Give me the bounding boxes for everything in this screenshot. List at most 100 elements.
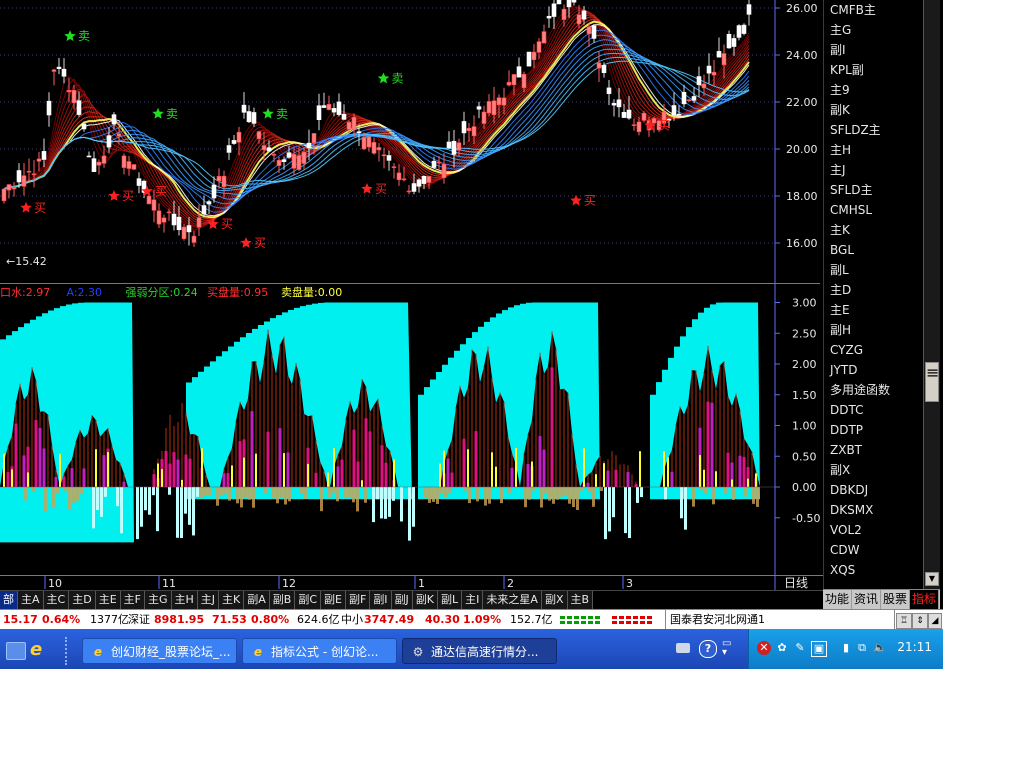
taskbar-button-formula[interactable]: e 指标公式 - 创幻论... xyxy=(242,638,397,664)
formula-tab[interactable]: 副X xyxy=(541,591,568,609)
indicator-list-item[interactable]: DDTC xyxy=(824,400,924,420)
candle-body xyxy=(556,0,562,5)
formula-tab[interactable]: 主E xyxy=(95,591,121,609)
formula-tab[interactable]: 副I xyxy=(370,591,392,609)
formula-tab[interactable]: 副C xyxy=(295,591,322,609)
show-desktop-icon[interactable] xyxy=(6,642,26,660)
indicator-list-item[interactable]: XQS xyxy=(824,560,924,580)
tool-icon[interactable]: ✎ xyxy=(793,641,807,655)
display-icon[interactable]: ▣ xyxy=(811,641,827,657)
candle-body xyxy=(616,99,622,108)
indicator-list-item[interactable]: 主D xyxy=(824,280,924,300)
indicator-list-item[interactable]: ZXBT xyxy=(824,440,924,460)
grip-icon[interactable]: ◢ xyxy=(928,613,942,629)
formula-tab[interactable]: 主G xyxy=(144,591,172,609)
formula-tab[interactable]: 部 xyxy=(0,591,18,609)
indicator-list-item[interactable]: 副L xyxy=(824,260,924,280)
price-chart[interactable]: 卖卖 卖卖买买 买买买买买买 26.0024.0022.0020.0018.0016… xyxy=(0,0,820,283)
formula-tab[interactable]: 主A xyxy=(18,591,44,609)
indicator-list-item[interactable]: 副X xyxy=(824,460,924,480)
candle-body xyxy=(46,100,52,116)
lock-icon[interactable]: ♖ xyxy=(896,613,912,629)
network-icon[interactable]: ⧉ xyxy=(855,641,869,655)
indicator-list-item[interactable]: SFLD主 xyxy=(824,180,924,200)
formula-tab[interactable]: 主B xyxy=(567,591,594,609)
candle-body xyxy=(351,117,357,131)
keyboard-icon[interactable] xyxy=(676,643,690,653)
candle-body xyxy=(641,112,647,121)
indicator-list-item[interactable]: SFLDZ主 xyxy=(824,120,924,140)
broker-server[interactable]: 国泰君安河北网通1 xyxy=(665,610,895,630)
indicator-list-item[interactable]: 副I xyxy=(824,40,924,60)
formula-tab[interactable]: 主K xyxy=(219,591,245,609)
indicator-list-item[interactable]: BGL xyxy=(824,240,924,260)
formula-tab[interactable]: 副E xyxy=(321,591,346,609)
indicator-list-item[interactable]: 多用途函数 xyxy=(824,380,924,400)
negative-bar xyxy=(216,487,219,506)
candle-body xyxy=(426,176,432,183)
taskbar-button-tdx[interactable]: ⚙ 通达信高速行情分... xyxy=(402,638,557,664)
indicator-list-item[interactable]: 主9 xyxy=(824,80,924,100)
scroll-thumb[interactable]: ≡ xyxy=(925,362,939,402)
indicator-list-item[interactable]: 主J xyxy=(824,160,924,180)
security-alert-icon[interactable]: ✕ xyxy=(757,641,771,655)
battery-icon[interactable]: ▮ xyxy=(839,641,853,655)
indicator-list-item[interactable]: KPL副 xyxy=(824,60,924,80)
zx-change: 40.30 xyxy=(425,613,460,626)
indicator-list-item[interactable]: CMFB主 xyxy=(824,0,924,20)
formula-tab[interactable]: 主H xyxy=(171,591,198,609)
indicator-list-item[interactable]: DDTP xyxy=(824,420,924,440)
formula-tab[interactable]: 副J xyxy=(391,591,413,609)
indicator-header-value: A:2.30 xyxy=(67,286,103,299)
taskbar-button-forum[interactable]: e 创幻财经_股票论坛_... xyxy=(82,638,237,664)
indicator-list-item[interactable]: 主H xyxy=(824,140,924,160)
indicator-list-item[interactable]: 主K xyxy=(824,220,924,240)
formula-tab[interactable]: 副F xyxy=(345,591,371,609)
formula-tab[interactable]: 副K xyxy=(412,591,439,609)
scroll-down-button[interactable]: ▼ xyxy=(925,572,939,586)
buy-signal-label: 买 xyxy=(375,182,387,196)
indicator-chart[interactable]: 口水:2.97 A:2.30 强弱分区:0.24 买盘量:0.95 卖盘量:0.00 3… xyxy=(0,283,820,575)
buy-volume-bar xyxy=(82,468,86,487)
ie-quicklaunch-icon[interactable]: e xyxy=(30,640,50,660)
formula-tab[interactable]: 主F xyxy=(120,591,145,609)
language-bar-icon[interactable]: ▭ ▾ xyxy=(722,639,731,658)
side-tab[interactable]: 功能 xyxy=(823,590,853,609)
negative-bar xyxy=(276,487,279,504)
sell-volume-bar xyxy=(495,466,497,487)
indicator-list-scrollbar[interactable]: ≡ ▼ xyxy=(923,0,940,589)
indicator-list-item[interactable]: JYTD xyxy=(824,360,924,380)
candle-body xyxy=(521,73,527,89)
indicator-list-item[interactable]: 主G xyxy=(824,20,924,40)
indicator-list-item[interactable]: 主E xyxy=(824,300,924,320)
antivirus-icon[interactable]: ✿ xyxy=(775,641,789,655)
side-tab[interactable]: 指标 xyxy=(910,590,940,609)
formula-tab[interactable]: 副A xyxy=(244,591,270,609)
indicator-list-item[interactable]: DKSMX xyxy=(824,500,924,520)
candle-body xyxy=(581,10,587,20)
formula-tab[interactable]: 主I xyxy=(462,591,484,609)
indicator-list-item[interactable]: CMHSL xyxy=(824,200,924,220)
indicator-list-item[interactable]: VOL2 xyxy=(824,520,924,540)
candle-body xyxy=(631,124,637,126)
indicator-list-item[interactable]: DBKDJ xyxy=(824,480,924,500)
clock[interactable]: 21:11 xyxy=(897,640,932,654)
sell-volume-bar xyxy=(715,471,717,487)
formula-tab[interactable]: 副B xyxy=(269,591,296,609)
formula-tab[interactable]: 未来之星A xyxy=(483,591,542,609)
formula-tab[interactable]: 主J xyxy=(197,591,220,609)
formula-tab[interactable]: 主D xyxy=(69,591,96,609)
help-icon[interactable]: ? xyxy=(699,640,717,658)
negative-bar xyxy=(552,487,555,504)
volume-icon[interactable]: 🔈 xyxy=(873,641,887,655)
period-label[interactable]: 日线 xyxy=(784,576,808,590)
side-tab[interactable]: 股票 xyxy=(881,590,911,609)
indicator-list-item[interactable]: CYZG xyxy=(824,340,924,360)
side-tab[interactable]: 资讯 xyxy=(852,590,882,609)
formula-tab[interactable]: 副L xyxy=(438,591,463,609)
indicator-list-item[interactable]: 副H xyxy=(824,320,924,340)
formula-tab[interactable]: 主C xyxy=(43,591,70,609)
scroll-arrows-icon[interactable]: ⇕ xyxy=(912,613,928,629)
indicator-list-item[interactable]: 副K xyxy=(824,100,924,120)
indicator-list-item[interactable]: CDW xyxy=(824,540,924,560)
